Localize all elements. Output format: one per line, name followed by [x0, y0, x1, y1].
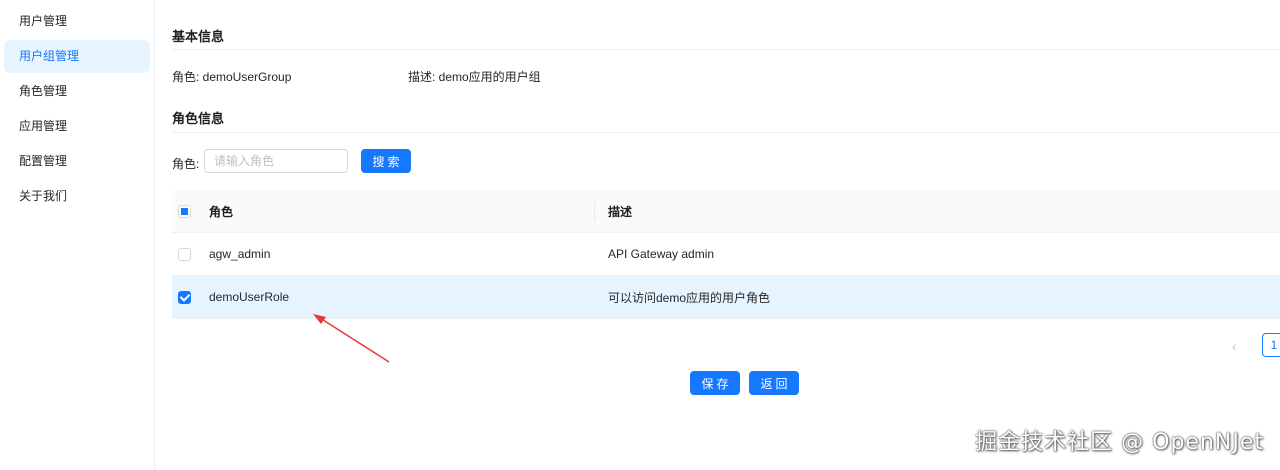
- role-description-cell: API Gateway admin: [608, 247, 715, 261]
- row-checkbox[interactable]: [178, 290, 191, 304]
- role-name-cell: demoUserRole: [209, 290, 290, 304]
- sidebar-item-users[interactable]: 用户管理: [4, 5, 150, 38]
- column-separator: [594, 202, 595, 221]
- chevron-left-icon[interactable]: ‹: [1232, 338, 1237, 354]
- sidebar-item-config[interactable]: 配置管理: [4, 145, 150, 178]
- roles-table: 角色 描述 agw_admin API Gateway admin demoUs…: [172, 190, 1280, 319]
- group-description-text: 描述: demo应用的用户组: [408, 70, 541, 84]
- role-search-input[interactable]: [204, 149, 348, 173]
- sidebar-item-about[interactable]: 关于我们: [4, 180, 150, 213]
- table-row[interactable]: demoUserRole 可以访问demo应用的用户角色: [172, 276, 1280, 319]
- pagination-page-1[interactable]: 1: [1262, 333, 1280, 357]
- watermark-text: 掘金技术社区 @ OpenNJet: [975, 430, 1264, 455]
- row-checkbox-cell: [178, 276, 198, 318]
- table-header-row: 角色 描述: [172, 190, 1280, 233]
- sidebar-item-roles[interactable]: 角色管理: [4, 75, 150, 108]
- row-checkbox[interactable]: [178, 247, 191, 261]
- column-header-role: 角色: [209, 204, 234, 219]
- select-all-checkbox[interactable]: [178, 204, 191, 218]
- sidebar-item-apps[interactable]: 应用管理: [4, 110, 150, 143]
- group-role-text: 角色: demoUserGroup: [172, 70, 292, 84]
- column-header-description: 描述: [608, 204, 633, 219]
- basic-info-divider: [172, 49, 1280, 50]
- role-info-title: 角色信息: [172, 111, 225, 126]
- header-checkbox-cell: [178, 190, 198, 232]
- role-search-label: 角色:: [172, 157, 200, 171]
- save-button[interactable]: 保存: [690, 371, 740, 395]
- search-button[interactable]: 搜索: [361, 149, 411, 173]
- role-info-divider: [172, 132, 1280, 133]
- row-checkbox-cell: [178, 233, 198, 275]
- main-content: 基本信息 角色: demoUserGroup 描述: demo应用的用户组 角色…: [156, 0, 1280, 470]
- role-name-cell: agw_admin: [209, 247, 271, 261]
- back-button[interactable]: 返回: [749, 371, 799, 395]
- table-row[interactable]: agw_admin API Gateway admin: [172, 233, 1280, 276]
- sidebar-item-user-groups[interactable]: 用户组管理: [4, 40, 150, 73]
- basic-info-title: 基本信息: [172, 29, 225, 44]
- sidebar: 用户管理 用户组管理 角色管理 应用管理 配置管理 关于我们: [0, 0, 155, 470]
- role-description-cell: 可以访问demo应用的用户角色: [608, 290, 771, 305]
